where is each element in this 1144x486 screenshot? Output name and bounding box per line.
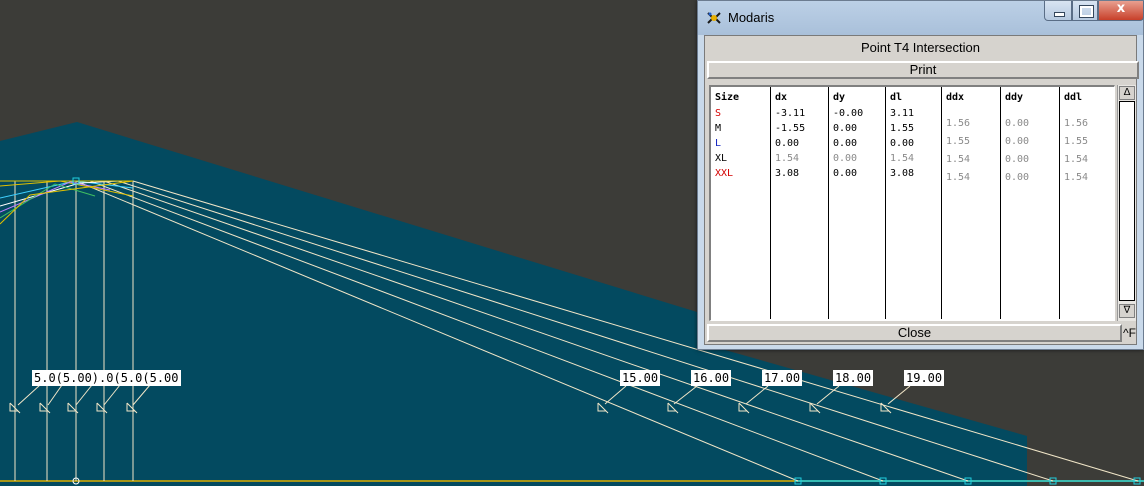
maximize-button[interactable] (1072, 1, 1098, 21)
column-header: dx (775, 92, 788, 103)
dx-value: 3.08 (775, 168, 800, 179)
dx-value: 1.54 (775, 153, 800, 164)
dl-value: 0.00 (890, 138, 915, 149)
window-close-button[interactable]: x (1098, 1, 1144, 21)
dimension-label[interactable]: 17.00 (762, 370, 803, 386)
dx-value: -1.55 (775, 123, 806, 134)
column-header: ddy (1005, 92, 1024, 103)
dy-value: 0.00 (833, 168, 858, 179)
table-scrollbar[interactable]: Δ ∇ (1117, 85, 1136, 321)
column-size: Size S M L XL XXL (711, 87, 771, 319)
dx-value: 0.00 (775, 138, 800, 149)
modaris-dialog[interactable]: Modaris x Point T4 Intersection Print Si… (697, 0, 1144, 350)
close-icon: x (1116, 1, 1126, 16)
dimension-label[interactable]: 16.00 (691, 370, 732, 386)
column-ddy: ddy 0.00 0.00 0.00 0.00 (1001, 87, 1060, 319)
modaris-workspace: 5.0(5.00).0(5.0(5.00 15.00 16.00 17.00 1… (0, 0, 1144, 486)
dy-value: 0.00 (833, 138, 858, 149)
scroll-thumb[interactable] (1119, 101, 1135, 301)
ddx-value: 1.54 (946, 172, 971, 183)
column-dy: dy -0.00 0.00 0.00 0.00 0.00 (829, 87, 886, 319)
intersection-table[interactable]: Size S M L XL XXL dx -3.11 -1.55 0.00 1.… (709, 85, 1115, 321)
dx-value: -3.11 (775, 108, 806, 119)
size-label: M (715, 123, 722, 134)
ddl-value: 1.55 (1064, 136, 1089, 147)
print-button[interactable]: Print (707, 61, 1139, 79)
ddx-value: 1.56 (946, 118, 971, 129)
dimension-label[interactable]: 18.00 (833, 370, 874, 386)
dimension-label[interactable]: 15.00 (620, 370, 661, 386)
ddy-value: 0.00 (1005, 118, 1030, 129)
ddl-value: 1.54 (1064, 172, 1089, 183)
column-dl: dl 3.11 1.55 0.00 1.54 3.08 (886, 87, 942, 319)
dialog-heading: Point T4 Intersection (861, 40, 980, 55)
dimension-label[interactable]: 19.00 (904, 370, 945, 386)
dimension-label-left[interactable]: 5.0(5.00).0(5.0(5.00 (32, 370, 181, 386)
ddl-value: 1.54 (1064, 154, 1089, 165)
column-header: ddx (946, 92, 965, 103)
ddy-value: 0.00 (1005, 172, 1030, 183)
dl-value: 1.54 (890, 153, 915, 164)
ddx-value: 1.55 (946, 136, 971, 147)
close-button[interactable]: Close (707, 324, 1122, 342)
modaris-app-icon (707, 12, 721, 24)
column-dx: dx -3.11 -1.55 0.00 1.54 3.08 (771, 87, 829, 319)
dy-value: 0.00 (833, 123, 858, 134)
size-label: XXL (715, 168, 734, 179)
scroll-up-button[interactable]: Δ (1119, 86, 1135, 100)
ddy-value: 0.00 (1005, 136, 1030, 147)
title-bar[interactable]: Modaris x (698, 1, 1144, 35)
dl-value: 1.55 (890, 123, 915, 134)
minimize-button[interactable] (1044, 1, 1072, 21)
column-header: dy (833, 92, 846, 103)
column-ddl: ddl 1.56 1.55 1.54 1.54 (1060, 87, 1115, 319)
dy-value: 0.00 (833, 153, 858, 164)
ddx-value: 1.54 (946, 154, 971, 165)
shortcut-label: ^F (1123, 326, 1136, 340)
column-header: ddl (1064, 92, 1083, 103)
size-label: XL (715, 153, 728, 164)
size-label: L (715, 138, 722, 149)
triangle-up-icon: Δ (1123, 87, 1131, 98)
dy-value: -0.00 (833, 108, 864, 119)
column-header: Size (715, 92, 740, 103)
column-ddx: ddx 1.56 1.55 1.54 1.54 (942, 87, 1001, 319)
dl-value: 3.11 (890, 108, 915, 119)
ddy-value: 0.00 (1005, 154, 1030, 165)
window-title: Modaris (728, 10, 775, 25)
ddl-value: 1.56 (1064, 118, 1089, 129)
scroll-down-button[interactable]: ∇ (1119, 304, 1135, 318)
size-label: S (715, 108, 722, 119)
triangle-down-icon: ∇ (1123, 305, 1131, 316)
dl-value: 3.08 (890, 168, 915, 179)
column-header: dl (890, 92, 903, 103)
dialog-client-area: Point T4 Intersection Print Size S M L X… (704, 35, 1139, 345)
